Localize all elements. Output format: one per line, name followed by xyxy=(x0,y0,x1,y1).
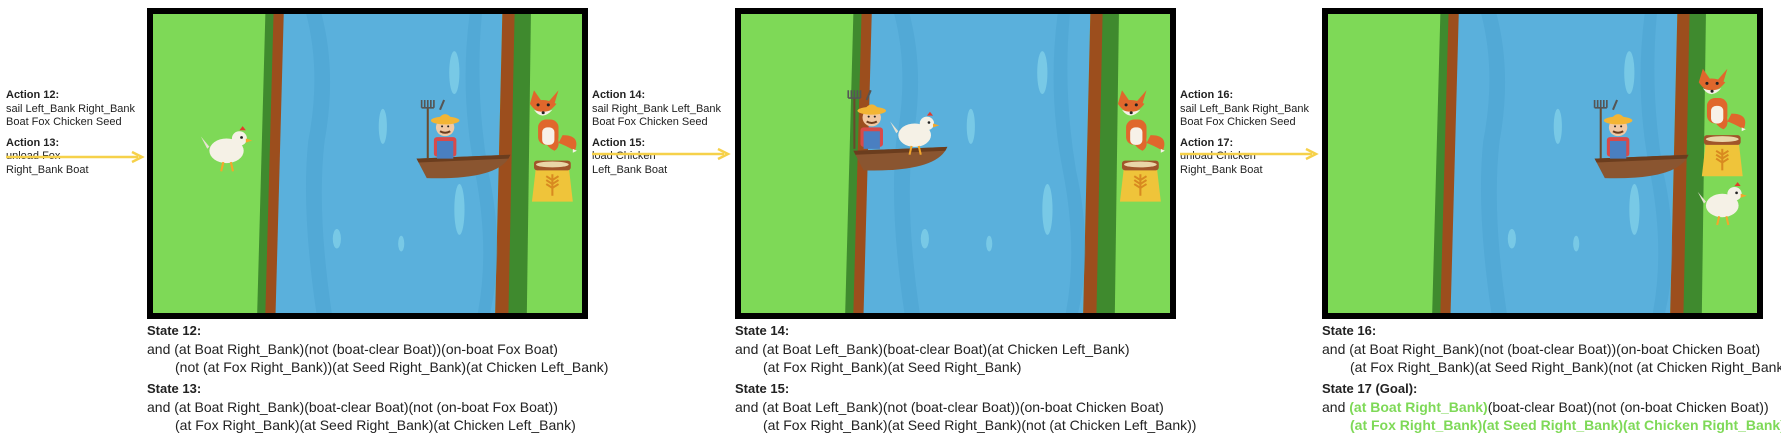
state-rest: (boat-clear Boat)(not (on-boat Chicken B… xyxy=(1487,399,1769,415)
scene-state-12-13 xyxy=(147,8,588,319)
goal-state-title: State 17 (Goal): xyxy=(1322,381,1418,396)
action-text: sail Right_Bank Left_Bank Boat Fox Chick… xyxy=(592,102,722,129)
state-group-14-15: State 14: and (at Boat Left_Bank)(boat-c… xyxy=(735,322,1196,434)
state-line: (at Fox Right_Bank)(at Seed Right_Bank) xyxy=(763,359,1022,375)
state-line: (at Fox Right_Bank)(at Seed Right_Bank)(… xyxy=(175,417,576,433)
action-group-16-17: Action 16: sail Left_Bank Right_Bank Boa… xyxy=(1180,89,1309,184)
state-line: (not (at Fox Right_Bank))(at Seed Right_… xyxy=(175,359,609,375)
state-line: (at Fox Right_Bank)(at Seed Right_Bank)(… xyxy=(763,417,1197,433)
action-title: Action 16: xyxy=(1180,89,1234,101)
arrow-right-icon xyxy=(1180,147,1319,161)
arrow-right-icon xyxy=(592,147,731,161)
state-line: and (at Boat Right_Bank)(boat-clear Boat… xyxy=(147,399,558,415)
state-title: State 13: xyxy=(147,381,202,396)
goal-state-line: and (at Boat Right_Bank)(boat-clear Boat… xyxy=(1322,398,1781,416)
state-prefix: and xyxy=(1322,399,1350,415)
scene-state-14-15 xyxy=(735,8,1176,319)
state-title: State 12: xyxy=(147,323,202,338)
seed-bag-icon xyxy=(1118,159,1162,203)
action-text: sail Left_Bank Right_Bank Boat Fox Chick… xyxy=(6,102,136,129)
seed-bag-icon xyxy=(1700,134,1744,178)
action-title: Action 14: xyxy=(592,89,646,101)
goal-predicate: (at Boat Right_Bank) xyxy=(1349,399,1488,415)
scene-state-16-17 xyxy=(1322,8,1763,319)
goal-predicate: (at Fox Right_Bank)(at Seed Right_Bank)(… xyxy=(1350,417,1781,433)
state-line: and (at Boat Right_Bank)(not (boat-clear… xyxy=(147,341,558,357)
action-text: sail Left_Bank Right_Bank Boat Fox Chick… xyxy=(1180,102,1310,129)
state-title: State 15: xyxy=(735,381,790,396)
state-line: and (at Boat Left_Bank)(boat-clear Boat)… xyxy=(735,341,1130,357)
action-group-14-15: Action 14: sail Right_Bank Left_Bank Boa… xyxy=(592,89,721,184)
state-line: (at Fox Right_Bank)(at Seed Right_Bank)(… xyxy=(1350,359,1781,375)
state-group-12-13: State 12: and (at Boat Right_Bank)(not (… xyxy=(147,322,608,434)
state-line: and (at Boat Right_Bank)(not (boat-clear… xyxy=(1322,341,1761,357)
action-group-12-13: Action 12: sail Left_Bank Right_Bank Boa… xyxy=(6,89,135,184)
state-line: and (at Boat Left_Bank)(not (boat-clear … xyxy=(735,399,1164,415)
seed-bag-icon xyxy=(530,159,574,203)
state-title: State 14: xyxy=(735,323,790,338)
state-title: State 16: xyxy=(1322,323,1377,338)
arrow-right-icon xyxy=(6,150,145,164)
action-title: Action 12: xyxy=(6,89,60,101)
state-group-16-17: State 16: and (at Boat Right_Bank)(not (… xyxy=(1322,322,1781,434)
action-title: Action 13: xyxy=(6,136,60,149)
